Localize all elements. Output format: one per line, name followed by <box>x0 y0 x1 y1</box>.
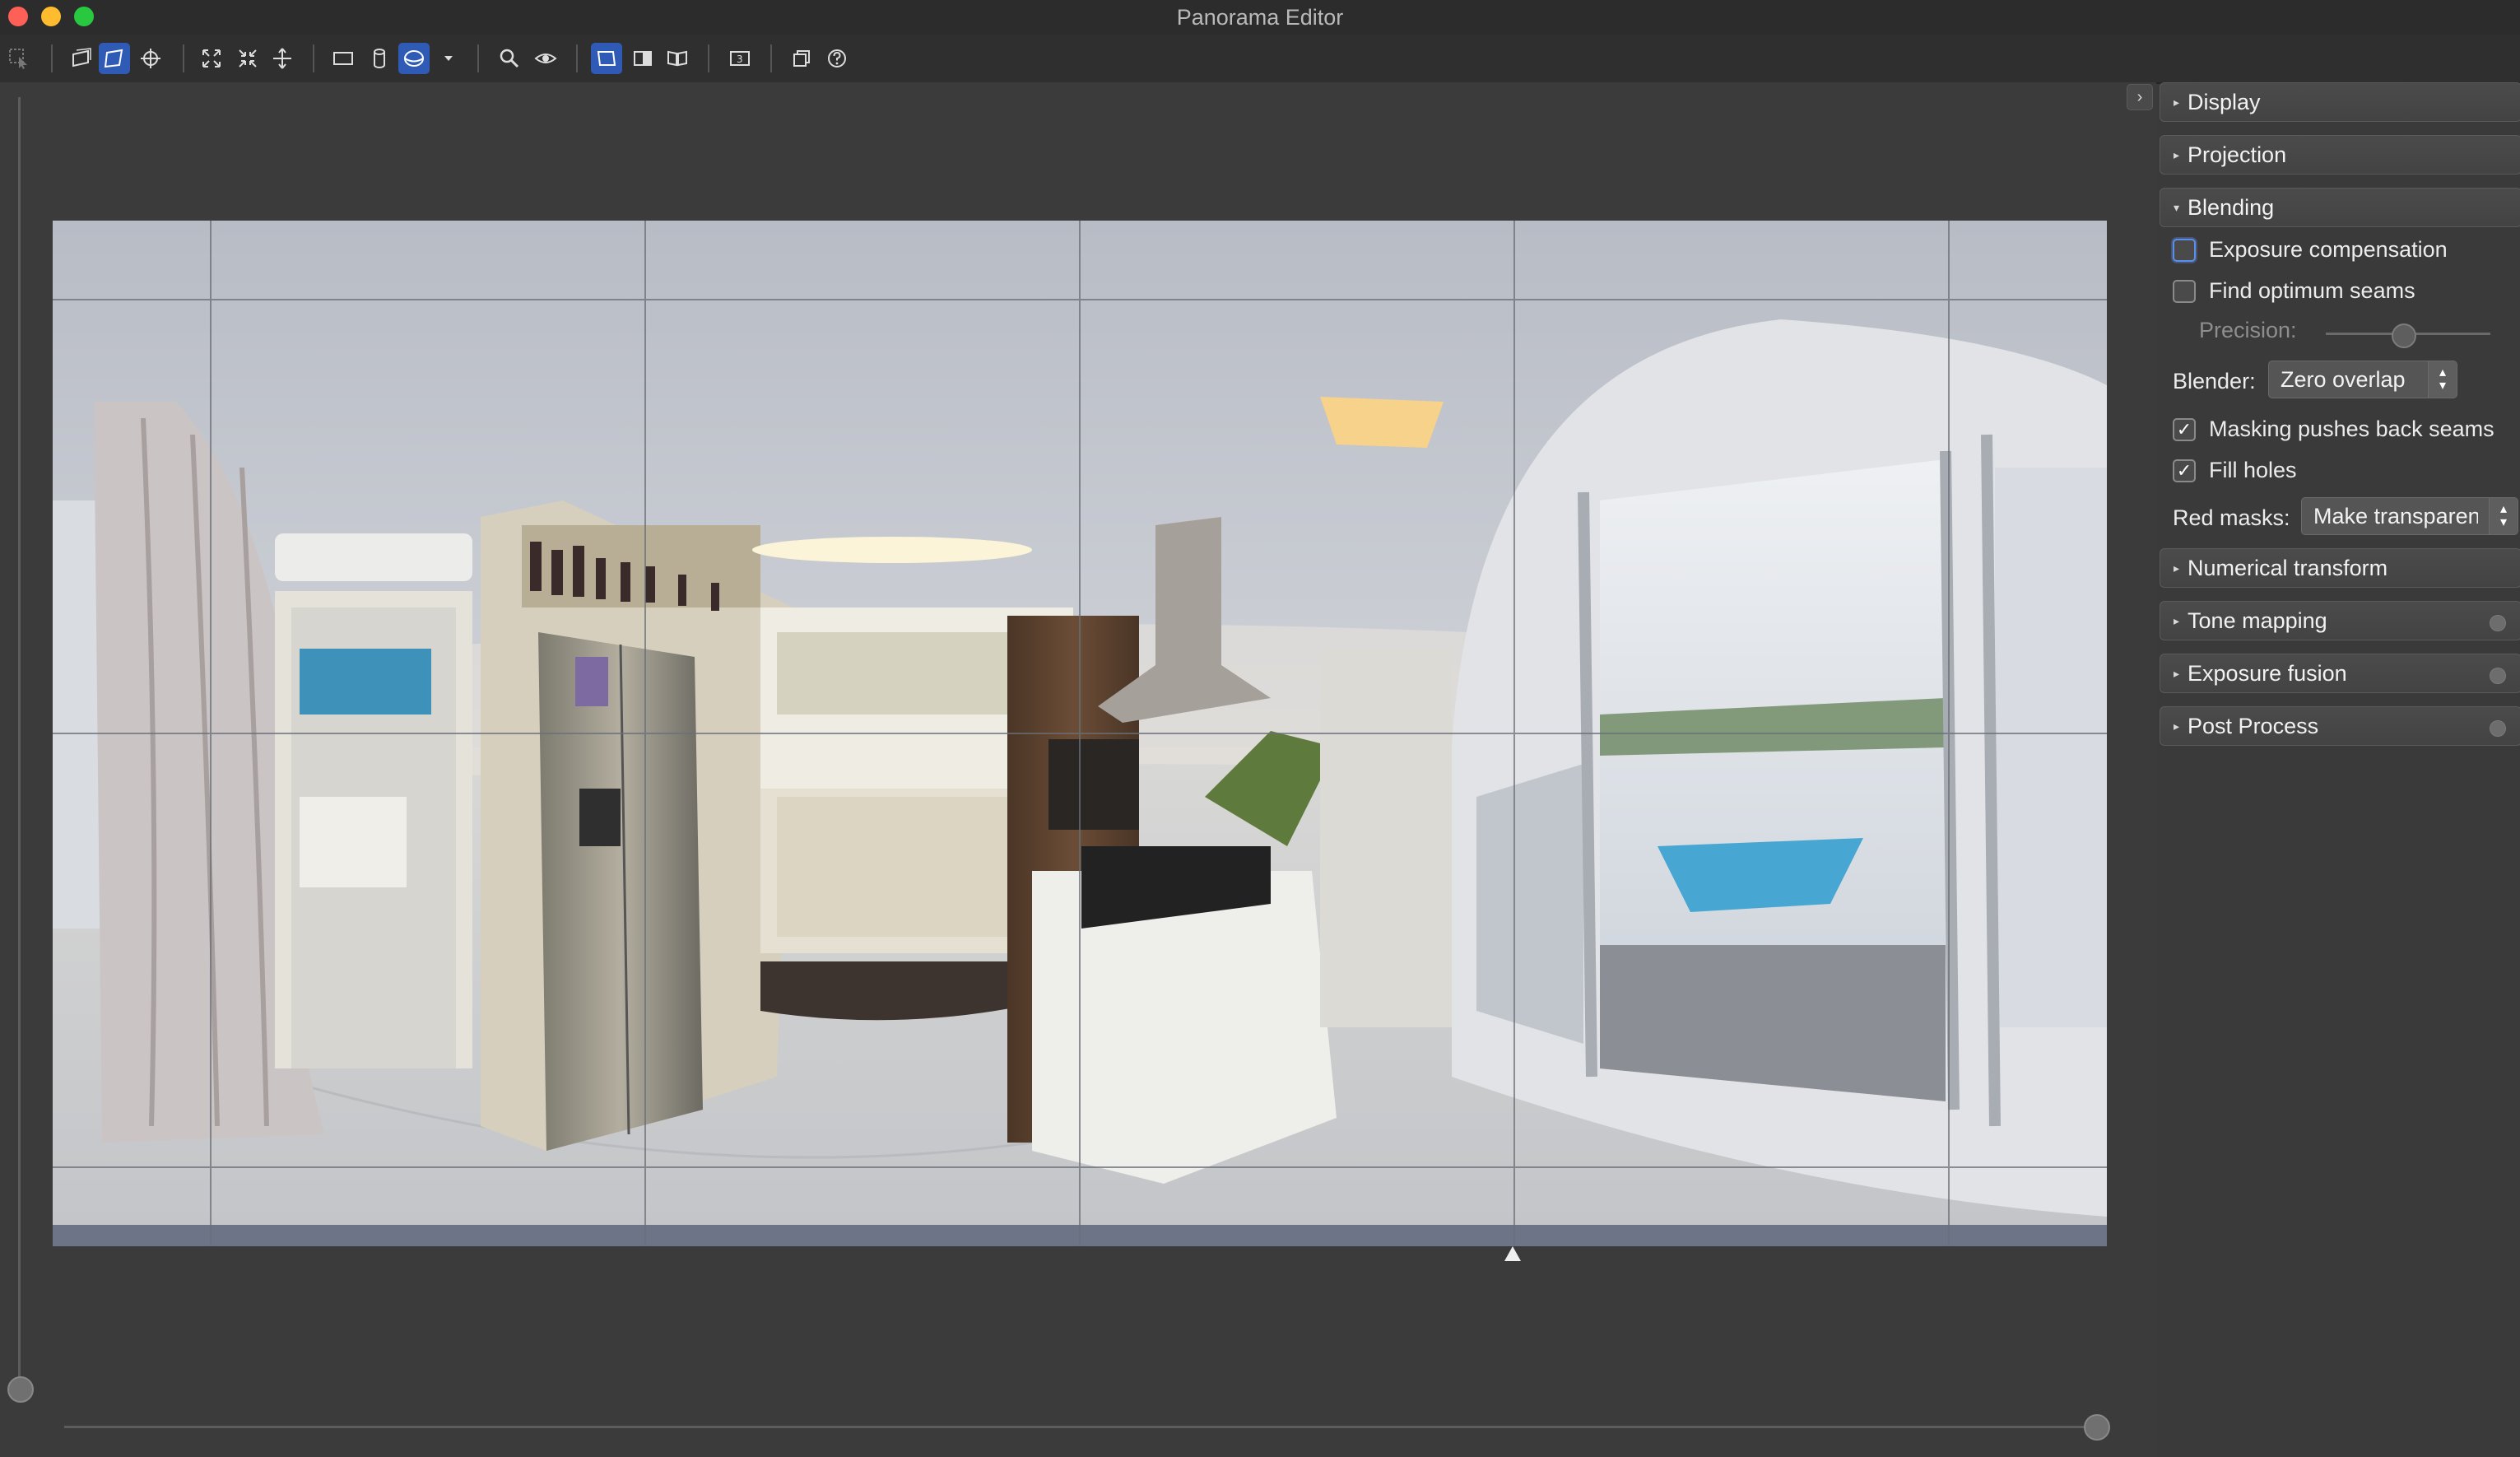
blender-label: Blender: <box>2173 369 2256 393</box>
find-optimum-seams-checkbox[interactable] <box>2173 279 2196 303</box>
view-mode-split-icon[interactable] <box>627 43 658 74</box>
collapsed-triangle-icon: ▸ <box>2174 719 2180 733</box>
panorama-workspace[interactable] <box>0 82 2156 1457</box>
shrink-icon[interactable] <box>232 43 263 74</box>
minimize-window-button[interactable] <box>41 7 61 26</box>
toolbar: 3 <box>0 35 2520 84</box>
preview-eye-icon[interactable] <box>530 43 561 74</box>
section-numerical-transform[interactable]: ▸ Numerical transform <box>2160 548 2520 588</box>
collapse-panel-button[interactable]: › <box>2127 84 2153 110</box>
stepper-arrows-icon: ▴ ▾ <box>2428 361 2457 398</box>
section-display-label: Display <box>2188 89 2261 114</box>
window-title: Panorama Editor <box>1176 4 1344 30</box>
tone-mapping-enable-toggle[interactable] <box>2490 615 2506 631</box>
zoom-icon[interactable] <box>494 43 525 74</box>
precision-row: Precision: <box>2199 318 2297 343</box>
red-masks-select[interactable]: Make transparent ▴ ▾ <box>2301 497 2518 535</box>
section-blending[interactable]: ▾ Blending <box>2160 188 2520 227</box>
horizontal-fov-slider-knob[interactable] <box>2084 1414 2110 1441</box>
exposure-compensation-label: Exposure compensation <box>2209 237 2448 262</box>
straighten-icon[interactable] <box>267 43 298 74</box>
zoom-window-button[interactable] <box>74 7 94 26</box>
collapsed-triangle-icon: ▸ <box>2174 95 2180 109</box>
view-mode-normal-icon[interactable] <box>591 43 622 74</box>
vertical-fov-slider[interactable] <box>18 97 21 1393</box>
stereo-3d-icon[interactable]: 3 <box>724 43 756 74</box>
exposure-compensation-checkbox[interactable] <box>2173 238 2196 262</box>
section-exposure-fusion[interactable]: ▸ Exposure fusion <box>2160 654 2520 693</box>
crosshair-icon[interactable] <box>135 43 166 74</box>
view-mode-book-icon[interactable] <box>662 43 693 74</box>
options-panel: ▸ Display ▸ Projection ▾ Blending Exposu… <box>2158 82 2520 1457</box>
fill-holes-row[interactable]: ✓ Fill holes <box>2173 458 2297 483</box>
stepper-arrows-icon: ▴ ▾ <box>2489 498 2518 534</box>
red-masks-select-value: Make transparent <box>2313 503 2478 528</box>
blender-select[interactable]: Zero overlap ▴ ▾ <box>2268 361 2457 398</box>
collapsed-triangle-icon: ▸ <box>2174 147 2180 161</box>
help-icon[interactable] <box>821 43 853 74</box>
find-optimum-seams-row[interactable]: Find optimum seams <box>2173 278 2415 304</box>
drag-panorama-icon[interactable] <box>99 43 130 74</box>
panorama-preview[interactable] <box>53 221 2107 1246</box>
collapsed-triangle-icon: ▸ <box>2174 666 2180 680</box>
svg-text:3: 3 <box>737 54 743 65</box>
horizontal-fov-slider[interactable] <box>64 1426 2097 1428</box>
expanded-triangle-icon: ▾ <box>2174 200 2180 214</box>
title-bar: Panorama Editor <box>0 0 2520 35</box>
cylindrical-projection-icon[interactable] <box>364 43 395 74</box>
section-tone-mapping-label: Tone mapping <box>2188 607 2327 633</box>
dropdown-arrow-icon[interactable] <box>433 43 464 74</box>
close-window-button[interactable] <box>8 7 28 26</box>
section-blending-label: Blending <box>2188 194 2275 220</box>
horizon-marker[interactable] <box>1504 1246 1521 1261</box>
precision-slider-knob <box>2392 324 2416 348</box>
masking-pushes-back-seams-label: Masking pushes back seams <box>2209 417 2494 441</box>
spherical-projection-icon[interactable] <box>398 43 430 74</box>
section-post-process-label: Post Process <box>2188 713 2319 738</box>
collapsed-triangle-icon: ▸ <box>2174 613 2180 627</box>
rectilinear-projection-icon[interactable] <box>328 43 359 74</box>
red-masks-label: Red masks: <box>2173 505 2290 530</box>
section-tone-mapping[interactable]: ▸ Tone mapping <box>2160 601 2520 640</box>
layers-icon[interactable] <box>787 43 818 74</box>
precision-label: Precision: <box>2199 318 2297 342</box>
select-tool-icon[interactable] <box>3 43 35 74</box>
section-projection[interactable]: ▸ Projection <box>2160 135 2520 175</box>
find-optimum-seams-label: Find optimum seams <box>2209 278 2415 303</box>
section-exposure-fusion-label: Exposure fusion <box>2188 660 2347 686</box>
collapsed-triangle-icon: ▸ <box>2174 561 2180 575</box>
fill-holes-label: Fill holes <box>2209 458 2297 482</box>
exposure-fusion-enable-toggle[interactable] <box>2490 668 2506 684</box>
expand-icon[interactable] <box>196 43 227 74</box>
section-projection-label: Projection <box>2188 142 2287 167</box>
post-process-enable-toggle[interactable] <box>2490 720 2506 737</box>
section-post-process[interactable]: ▸ Post Process <box>2160 706 2520 746</box>
fill-holes-checkbox[interactable]: ✓ <box>2173 459 2196 482</box>
fit-panorama-icon[interactable] <box>66 43 97 74</box>
section-display[interactable]: ▸ Display <box>2160 82 2520 122</box>
window-controls <box>8 7 94 26</box>
blender-select-value: Zero overlap <box>2281 366 2406 392</box>
section-numerical-transform-label: Numerical transform <box>2188 555 2388 580</box>
vertical-fov-slider-knob[interactable] <box>7 1376 34 1403</box>
masking-pushes-back-seams-row[interactable]: ✓ Masking pushes back seams <box>2173 417 2494 442</box>
masking-pushes-back-seams-checkbox[interactable]: ✓ <box>2173 417 2196 441</box>
exposure-compensation-row[interactable]: Exposure compensation <box>2173 237 2448 263</box>
